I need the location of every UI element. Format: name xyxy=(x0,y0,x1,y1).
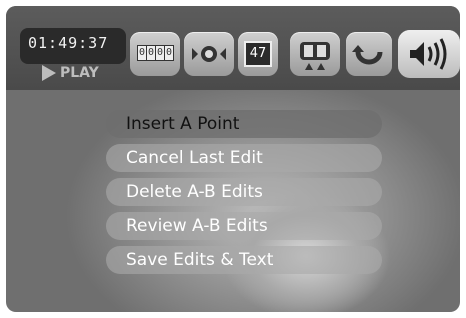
loop-icon xyxy=(352,45,383,65)
counter-icon: 0 0 0 0 xyxy=(137,45,174,61)
timecode-display: 01:49:37 xyxy=(20,28,126,64)
menu-item-review-ab-edits[interactable]: Review A-B Edits xyxy=(106,212,382,240)
speaker-icon xyxy=(410,38,447,70)
counter-digit: 0 xyxy=(156,46,165,60)
timecode: 01:49:37 xyxy=(28,34,109,52)
menu-item-cancel-last-edit[interactable]: Cancel Last Edit xyxy=(106,144,382,172)
clip-number-icon: 47 xyxy=(244,41,272,67)
loop-button[interactable] xyxy=(346,32,392,76)
counter-digit: 0 xyxy=(147,46,156,60)
split-button[interactable] xyxy=(290,32,340,76)
menu-item-save-edits-text[interactable]: Save Edits & Text xyxy=(106,246,382,274)
toolbar: 01:49:37 PLAY 0 0 0 0 47 xyxy=(6,6,460,90)
counter-digit: 0 xyxy=(138,46,147,60)
split-screen-icon xyxy=(300,42,330,70)
mode-label: PLAY xyxy=(60,65,99,81)
counter-button[interactable]: 0 0 0 0 xyxy=(130,32,180,76)
play-icon xyxy=(42,65,56,81)
eye-icon xyxy=(192,46,226,62)
volume-button[interactable] xyxy=(398,30,460,78)
video-frame: 01:49:37 PLAY 0 0 0 0 47 Insert A Point … xyxy=(6,6,460,312)
clip-number-button[interactable]: 47 xyxy=(238,32,278,76)
view-button[interactable] xyxy=(184,32,234,76)
playback-status: PLAY xyxy=(42,65,99,81)
menu-item-insert-a-point[interactable]: Insert A Point xyxy=(106,110,382,138)
counter-digit: 0 xyxy=(165,47,173,58)
menu-item-delete-ab-edits[interactable]: Delete A-B Edits xyxy=(106,178,382,206)
